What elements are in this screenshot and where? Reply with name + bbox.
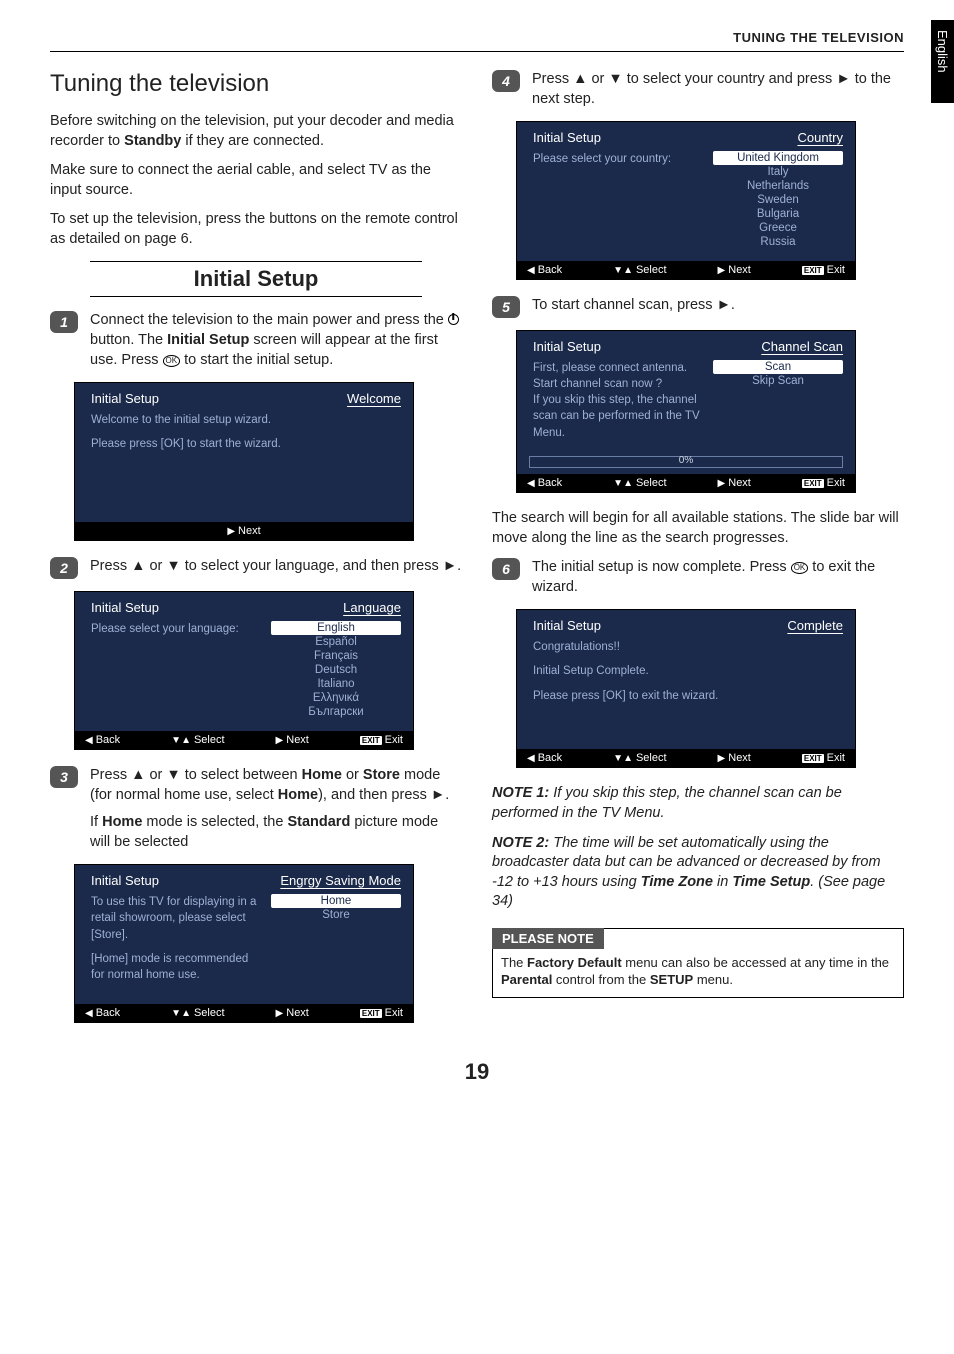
osd-welcome: Initial Setup Welcome Welcome to the ini… — [74, 382, 414, 541]
osd-energy-opt: Store — [271, 908, 401, 922]
please-note-tab: PLEASE NOTE — [492, 928, 604, 949]
osd-energy-title-right: Engrgy Saving Mode — [280, 873, 401, 888]
step-6-badge: 6 — [492, 558, 520, 580]
power-icon — [448, 314, 459, 325]
step-6: 6 The initial setup is now complete. Pre… — [492, 558, 904, 597]
intro-p2: Make sure to connect the aerial cable, a… — [50, 161, 462, 200]
osd-scan-title-left: Initial Setup — [533, 339, 601, 354]
osd-scan-footer: ◀Back ▼▲Select ▶Next EXITExit — [517, 474, 855, 492]
osd-scan-title-right: Channel Scan — [761, 339, 843, 354]
osd-lang-prompt: Please select your language: — [91, 621, 261, 723]
osd-energy: Initial Setup Engrgy Saving Mode To use … — [74, 864, 414, 1023]
step-1: 1 Connect the television to the main pow… — [50, 311, 462, 370]
page-header: TUNING THE TELEVISION — [50, 30, 904, 52]
osd-scan-progress: 0% — [529, 456, 843, 468]
osd-scan-opt-selected: Scan — [713, 360, 843, 374]
exit-icon: EXIT — [802, 266, 824, 275]
osd-complete-footer: ◀Back ▼▲Select ▶Next EXITExit — [517, 749, 855, 767]
osd-energy-opt-selected: Home — [271, 894, 401, 908]
step-2: 2 Press ▲ or ▼ to select your language, … — [50, 557, 462, 579]
note-1: NOTE 1: If you skip this step, the chann… — [492, 784, 904, 823]
osd-country: Initial Setup Country Please select your… — [516, 121, 856, 280]
step-5-badge: 5 — [492, 296, 520, 318]
step-4: 4 Press ▲ or ▼ to select your country an… — [492, 70, 904, 109]
osd-country-title-right: Country — [797, 130, 843, 145]
please-note-box: PLEASE NOTE The Factory Default menu can… — [492, 928, 904, 998]
step-5-after: The search will begin for all available … — [492, 509, 904, 548]
osd-country-opt: Italy — [713, 165, 843, 179]
step-3-badge: 3 — [50, 766, 78, 788]
osd-complete-l3: Please press [OK] to exit the wizard. — [533, 688, 843, 704]
step-1-badge: 1 — [50, 311, 78, 333]
section-heading: Initial Setup — [90, 261, 422, 297]
exit-icon: EXIT — [802, 479, 824, 488]
osd-welcome-title-left: Initial Setup — [91, 391, 159, 406]
language-tab: English — [931, 20, 954, 103]
osd-welcome-l1: Welcome to the initial setup wizard. — [91, 412, 401, 428]
osd-energy-l2: [Home] mode is recommended for normal ho… — [91, 951, 261, 983]
osd-lang-opt: Español — [271, 635, 401, 649]
osd-scan-msg: First, please connect antenna. Start cha… — [533, 360, 703, 442]
step-4-badge: 4 — [492, 70, 520, 92]
osd-lang-opt: Italiano — [271, 677, 401, 691]
osd-energy-title-left: Initial Setup — [91, 873, 159, 888]
osd-energy-l1: To use this TV for displaying in a retai… — [91, 894, 261, 942]
exit-icon: EXIT — [360, 736, 382, 745]
osd-welcome-title-right: Welcome — [347, 391, 401, 406]
osd-country-opt: Bulgaria — [713, 207, 843, 221]
osd-country-opt-selected: United Kingdom — [713, 151, 843, 165]
osd-energy-footer: ◀Back ▼▲Select ▶Next EXITExit — [75, 1004, 413, 1022]
page-title: Tuning the television — [50, 70, 462, 98]
osd-lang-opt: Français — [271, 649, 401, 663]
osd-country-footer: ◀Back ▼▲Select ▶Next EXITExit — [517, 261, 855, 279]
osd-country-title-left: Initial Setup — [533, 130, 601, 145]
note-2: NOTE 2: The time will be set automatical… — [492, 834, 904, 912]
osd-country-opt: Sweden — [713, 193, 843, 207]
exit-icon: EXIT — [360, 1009, 382, 1018]
ok-icon: OK — [791, 562, 809, 574]
osd-complete-title-right: Complete — [787, 618, 843, 633]
header-section-title: TUNING THE TELEVISION — [733, 30, 904, 45]
osd-country-opt: Greece — [713, 221, 843, 235]
osd-language: Initial Setup Language Please select you… — [74, 591, 414, 750]
osd-lang-title-left: Initial Setup — [91, 600, 159, 615]
osd-country-opt: Netherlands — [713, 179, 843, 193]
osd-complete-l2: Initial Setup Complete. — [533, 663, 843, 679]
osd-lang-opt: Ελληνικά — [271, 691, 401, 705]
osd-scan-opt: Skip Scan — [713, 374, 843, 388]
osd-welcome-l2: Please press [OK] to start the wizard. — [91, 436, 401, 452]
osd-country-prompt: Please select your country: — [533, 151, 703, 253]
ok-icon: OK — [163, 355, 181, 367]
intro-p1: Before switching on the television, put … — [50, 112, 462, 151]
osd-welcome-footer: ▶Next — [75, 522, 413, 540]
osd-lang-opt: Български — [271, 705, 401, 719]
osd-scan: Initial Setup Channel Scan First, please… — [516, 330, 856, 493]
step-3: 3 Press ▲ or ▼ to select between Home or… — [50, 766, 462, 852]
osd-country-opt: Russia — [713, 235, 843, 249]
osd-lang-footer: ◀Back ▼▲Select ▶Next EXITExit — [75, 731, 413, 749]
osd-lang-title-right: Language — [343, 600, 401, 615]
osd-lang-opt-selected: English — [271, 621, 401, 635]
intro-p3: To set up the television, press the butt… — [50, 210, 462, 249]
exit-icon: EXIT — [802, 754, 824, 763]
osd-complete-title-left: Initial Setup — [533, 618, 601, 633]
page-number: 19 — [50, 1059, 904, 1085]
osd-complete-l1: Congratulations!! — [533, 639, 843, 655]
osd-complete: Initial Setup Complete Congratulations!!… — [516, 609, 856, 768]
step-5: 5 To start channel scan, press ►. — [492, 296, 904, 318]
step-2-badge: 2 — [50, 557, 78, 579]
osd-lang-opt: Deutsch — [271, 663, 401, 677]
